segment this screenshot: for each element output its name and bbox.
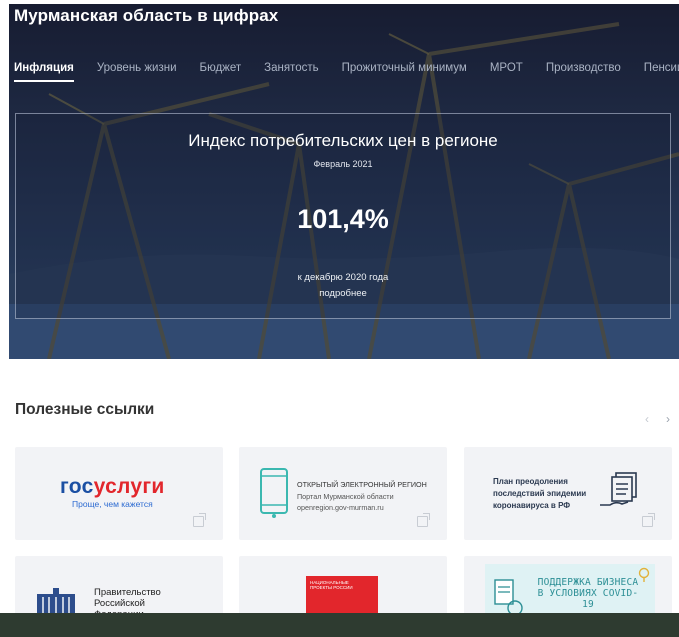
external-link-icon bbox=[193, 513, 206, 527]
useful-links-heading: Полезные ссылки bbox=[15, 401, 155, 418]
gosuslugi-logo-part2: услуги bbox=[93, 475, 165, 498]
external-link-icon bbox=[417, 513, 430, 527]
open-region-url: openregion.gov-murman.ru bbox=[297, 503, 384, 512]
tab-budget[interactable]: Бюджет bbox=[200, 62, 242, 82]
carousel-prev-button[interactable]: ‹ bbox=[645, 412, 649, 426]
gosuslugi-logo-part1: гос bbox=[60, 475, 94, 498]
external-link-icon bbox=[642, 513, 655, 527]
tab-production[interactable]: Производство bbox=[546, 62, 621, 82]
open-region-subtitle: Портал Мурманской области bbox=[297, 492, 394, 501]
more-link[interactable]: подробнее bbox=[16, 288, 670, 299]
national-projects-logo: НАЦИОНАЛЬНЫЕ ПРОЕКТЫ РОССИИ bbox=[306, 576, 378, 616]
lightbulb-icon bbox=[638, 567, 650, 582]
link-card-open-region[interactable]: ОТКРЫТЫЙ ЭЛЕКТРОННЫЙ РЕГИОН Портал Мурма… bbox=[239, 447, 447, 540]
cpi-title: Индекс потребительских цен в регионе bbox=[188, 131, 498, 150]
document-hand-icon bbox=[600, 472, 637, 506]
cpi-date: Февраль 2021 bbox=[313, 159, 373, 169]
category-tabs: Инфляция Уровень жизни Бюджет Занятость … bbox=[14, 62, 679, 82]
tab-subsistence-minimum[interactable]: Прожиточный минимум bbox=[342, 62, 467, 82]
page-title: Мурманская область в цифрах bbox=[14, 6, 279, 25]
government-text: Правительство Российской Федерации bbox=[94, 587, 161, 616]
gosuslugi-logo: госуслуги bbox=[60, 475, 165, 499]
national-projects-text: НАЦИОНАЛЬНЫЕ ПРОЕКТЫ РОССИИ bbox=[310, 580, 353, 590]
hero-section: Мурманская область в цифрах Инфляция Уро… bbox=[9, 4, 679, 359]
link-card-covid-plan[interactable]: План преодоления последствий эпидемии ко… bbox=[464, 447, 672, 540]
covid-plan-text: План преодоления последствий эпидемии ко… bbox=[493, 477, 587, 510]
business-support-text: ПОДДЕРЖКА БИЗНЕСА В УСЛОВИЯХ COVID-19 bbox=[537, 577, 639, 610]
business-support-banner: ПОДДЕРЖКА БИЗНЕСА В УСЛОВИЯХ COVID-19 bbox=[485, 564, 655, 616]
link-card-government[interactable]: Правительство Российской Федерации bbox=[15, 556, 223, 616]
tab-minimum-wage[interactable]: МРОТ bbox=[490, 62, 523, 82]
tab-inflation[interactable]: Инфляция bbox=[14, 62, 74, 82]
link-card-gosuslugi[interactable]: госуслуги Проще, чем кажется bbox=[15, 447, 223, 540]
tab-pensions[interactable]: Пенсии bbox=[644, 62, 679, 82]
gosuslugi-subtitle: Проще, чем кажется bbox=[72, 499, 153, 509]
carousel-next-button[interactable]: › bbox=[666, 412, 670, 426]
open-region-title: ОТКРЫТЫЙ ЭЛЕКТРОННЫЙ РЕГИОН bbox=[297, 480, 427, 489]
document-icon bbox=[494, 579, 523, 616]
government-building-icon bbox=[37, 588, 75, 616]
smartphone-icon bbox=[260, 468, 288, 518]
tab-living-standard[interactable]: Уровень жизни bbox=[97, 62, 177, 82]
cpi-panel: Индекс потребительских цен в регионе Фев… bbox=[15, 113, 671, 319]
link-card-national-projects[interactable]: НАЦИОНАЛЬНЫЕ ПРОЕКТЫ РОССИИ bbox=[239, 556, 447, 616]
bottom-bar bbox=[0, 613, 679, 637]
cpi-value: 101,4% bbox=[297, 204, 389, 234]
tab-employment[interactable]: Занятость bbox=[264, 62, 318, 82]
link-card-business-support[interactable]: ПОДДЕРЖКА БИЗНЕСА В УСЛОВИЯХ COVID-19 bbox=[464, 556, 672, 616]
cpi-note: к декабрю 2020 года bbox=[297, 272, 389, 283]
